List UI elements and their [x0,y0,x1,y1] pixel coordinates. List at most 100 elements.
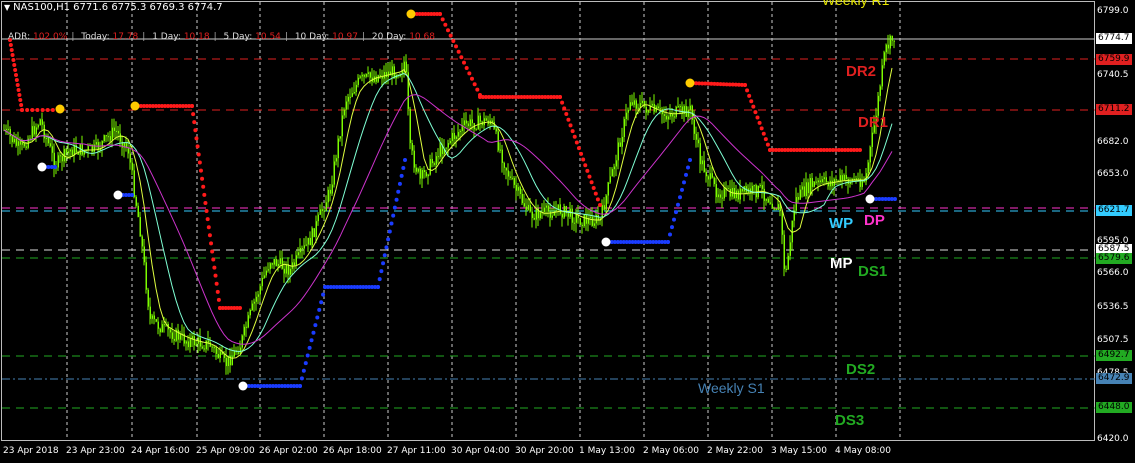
candle-body [323,210,325,212]
candle-body [695,133,697,140]
stop-dot-red [464,66,469,70]
candle-body [293,262,295,266]
d10-value: 10.97 [332,32,358,42]
stop-dot-red [579,151,584,156]
stop-dot-red [13,68,18,72]
stop-dot-red [595,197,600,202]
candle-body [463,120,465,126]
candle-body [307,237,309,245]
candle-body [805,182,807,197]
candle-body [643,100,645,107]
stop-dot-blue [377,277,382,282]
stop-dot-red [757,120,762,125]
candle-body [325,202,327,212]
weekly-s1-price-box: 6472.9 [1096,373,1132,384]
candle-body [383,71,385,79]
wp-price-box: 6621.7 [1096,205,1132,216]
candle-body [759,185,761,187]
candle-body [763,188,765,201]
stop-dot-red [467,71,472,76]
candle-body [349,96,351,98]
ds1-label: DS1 [858,263,888,280]
candle-body [105,135,107,137]
x-tick: 26 Apr 18:00 [323,446,382,456]
candle-body [427,174,429,177]
candle-body [225,357,227,367]
stop-dot-blue [680,187,684,192]
candle-body [129,153,131,163]
candle-body [781,211,783,235]
stop-dot-blue [666,240,670,244]
d20-value: 10.68 [409,32,435,42]
stop-dot-red [198,168,203,173]
candle-body [137,205,139,218]
candle-body [831,180,833,186]
stop-dot-red [14,73,18,77]
candle-body [239,347,241,354]
dr1-price-box: 6711.2 [1096,104,1132,115]
candle-body [699,143,701,165]
candle-body [291,262,293,269]
x-tick: 3 May 15:00 [771,446,827,456]
candle-body [471,119,473,124]
candle-body [249,310,251,316]
candle-body [813,181,815,187]
stop-dot-red [10,53,15,57]
candle-body [583,214,585,227]
candle-body [771,203,773,209]
candle-body [573,222,575,224]
candle-body [575,214,577,223]
stop-dot-red [749,99,754,104]
candle-body [335,158,337,162]
candle-body [467,123,469,127]
candle-body [551,215,553,218]
candle-body [815,181,817,183]
stop-dot-red [440,17,445,22]
price-chart[interactable] [0,0,1135,463]
candle-body [783,234,785,269]
pointer-marker-sell [685,78,695,88]
symbol-header: ▼ NAS100,H1 6771.6 6775.3 6769.3 6774.7 [4,2,223,13]
candle-body [47,137,49,144]
stop-dot-blue [676,202,680,207]
dp-label: DP [864,212,885,229]
stop-dot-red [761,131,766,136]
candle-body [161,324,163,333]
candle-body [141,236,143,247]
candle-body [693,119,695,134]
candle-body [769,202,771,204]
y-tick: 6653.0 [1097,169,1129,179]
x-tick: 2 May 22:00 [707,446,763,456]
candle-body [347,96,349,102]
candle-body [477,115,479,130]
candle-body [435,156,437,165]
candle-body [301,248,303,250]
stop-dot-blue [307,345,312,350]
candle-body [723,188,725,199]
stop-dot-red [238,306,242,310]
candle-body [609,176,611,183]
candle-body [667,116,669,120]
stop-dot-blue [303,361,308,366]
stop-dot-red [456,49,461,54]
stop-dot-red [470,76,474,81]
candle-body [337,138,339,159]
collapse-triangle-icon[interactable]: ▼ [4,3,10,12]
candle-body [617,142,619,161]
candle-body [811,178,813,187]
candle-body [199,337,201,347]
candle-body [313,228,315,237]
stop-dot-blue [384,245,389,250]
candle-body [523,203,525,207]
y-tick: 6507.5 [1097,335,1129,345]
candle-body [355,84,357,93]
pointer-marker-buy [37,162,47,172]
candle-body [665,115,667,120]
adr-value: 102.0% [32,32,68,42]
candle-body [207,340,209,343]
stop-dot-red [11,58,16,62]
stop-dot-red [16,88,21,92]
candle-body [521,193,523,204]
stop-dot-red [9,48,14,52]
candle-body [203,348,205,350]
